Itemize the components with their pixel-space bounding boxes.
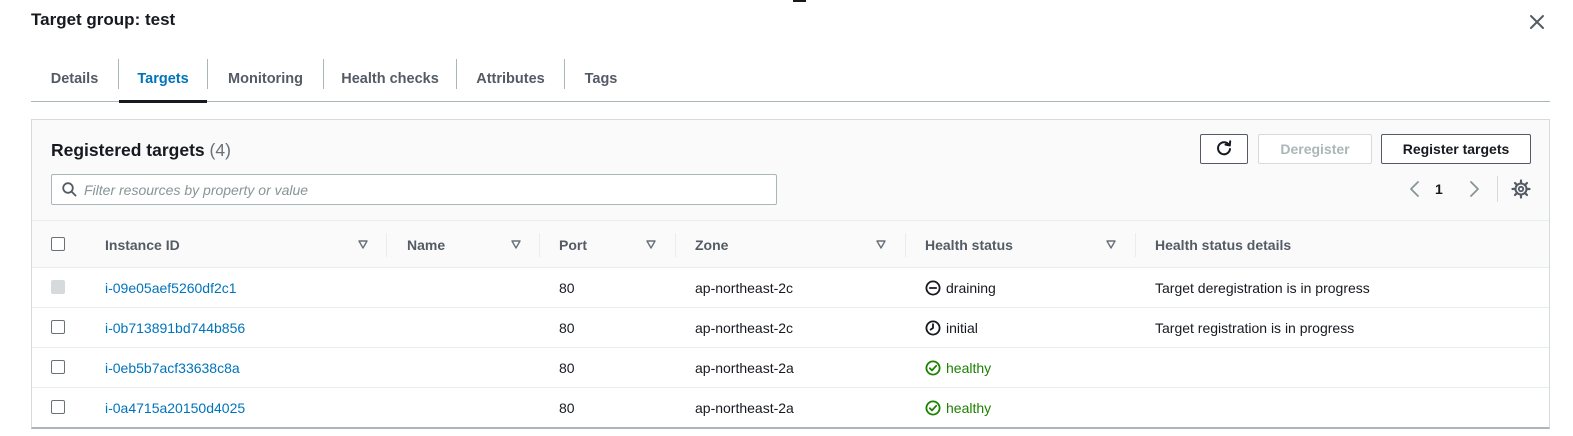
- zone-value: ap-northeast-2a: [695, 400, 794, 416]
- column-header-zone[interactable]: Zone: [695, 221, 728, 268]
- column-header-health-status-details: Health status details: [1155, 236, 1292, 253]
- target-count: (4): [209, 140, 231, 160]
- tab-details[interactable]: Details: [31, 56, 118, 102]
- port-value: 80: [559, 320, 575, 336]
- health-status-label: draining: [946, 280, 996, 296]
- row-checkbox[interactable]: [51, 400, 65, 414]
- instance-id-link[interactable]: i-0a4715a20150d4025: [105, 388, 245, 427]
- health-status-details: Target registration is in progress: [1155, 320, 1355, 336]
- health-status: draining: [925, 268, 996, 308]
- pager-divider: [1497, 176, 1498, 202]
- tab-tags[interactable]: Tags: [565, 56, 637, 102]
- search-icon: [62, 182, 77, 197]
- column-divider: [1135, 233, 1136, 257]
- page-title: Target group: test: [31, 10, 176, 29]
- minus-circle-icon: [925, 280, 941, 296]
- instance-id-link[interactable]: i-0b713891bd744b856: [105, 308, 245, 348]
- health-status: healthy: [925, 348, 991, 388]
- column-header-name[interactable]: Name: [407, 221, 445, 268]
- check-circle-icon: [925, 400, 941, 416]
- table-row[interactable]: i-0eb5b7acf33638c8a 80 ap-northeast-2a h…: [32, 348, 1549, 388]
- gear-icon[interactable]: [1510, 178, 1532, 200]
- column-divider: [905, 233, 906, 257]
- column-divider: [539, 233, 540, 257]
- zone-value: ap-northeast-2c: [695, 320, 794, 336]
- zone-value: ap-northeast-2a: [695, 360, 794, 376]
- panel-header: Registered targets (4) Deregister Regist…: [32, 120, 1549, 220]
- deregister-button[interactable]: Deregister: [1258, 134, 1372, 164]
- column-header-port[interactable]: Port: [559, 221, 587, 268]
- row-checkbox[interactable]: [51, 360, 65, 374]
- window-drag-handle[interactable]: [793, 0, 806, 2]
- chevron-right-icon[interactable]: [1465, 179, 1483, 199]
- register-targets-button[interactable]: Register targets: [1381, 134, 1531, 164]
- sort-icon[interactable]: [1105, 238, 1117, 250]
- select-all-checkbox[interactable]: [51, 237, 65, 251]
- sort-icon[interactable]: [510, 238, 522, 250]
- refresh-icon: [1217, 140, 1232, 156]
- health-status-label: healthy: [946, 360, 992, 376]
- sort-icon[interactable]: [645, 238, 657, 250]
- table-row[interactable]: i-09e05aef5260df2c1 80 ap-northeast-2c d…: [32, 268, 1549, 308]
- column-divider: [386, 233, 387, 257]
- panel-title-text: Registered targets: [51, 140, 205, 160]
- panel-title: Registered targets (4): [51, 140, 231, 161]
- table-row[interactable]: i-0a4715a20150d4025 80 ap-northeast-2a h…: [32, 388, 1549, 427]
- chevron-left-icon[interactable]: [1406, 179, 1424, 199]
- port-value: 80: [559, 400, 575, 416]
- zone-value: ap-northeast-2c: [695, 280, 794, 296]
- health-status-label: healthy: [946, 400, 992, 416]
- tab-attributes[interactable]: Attributes: [457, 56, 564, 102]
- row-checkbox: [51, 280, 65, 294]
- check-circle-icon: [925, 360, 941, 376]
- port-value: 80: [559, 360, 575, 376]
- filter-input[interactable]: [84, 181, 724, 198]
- instance-id-link[interactable]: i-0eb5b7acf33638c8a: [105, 348, 240, 388]
- health-status: healthy: [925, 388, 992, 427]
- clock-icon: [925, 320, 941, 336]
- table-header: Instance ID Name Port Zone Health status…: [32, 220, 1549, 268]
- instance-id-link[interactable]: i-09e05aef5260df2c1: [105, 268, 237, 308]
- health-status: initial: [925, 308, 978, 348]
- close-icon[interactable]: [1527, 12, 1547, 32]
- tab-targets[interactable]: Targets: [119, 56, 207, 103]
- sort-icon[interactable]: [875, 238, 887, 250]
- tab-bar: Details Targets Monitoring Health checks…: [31, 56, 1550, 103]
- column-divider: [675, 233, 676, 257]
- row-checkbox[interactable]: [51, 320, 65, 334]
- registered-targets-panel: Registered targets (4) Deregister Regist…: [31, 119, 1550, 429]
- tab-health-checks[interactable]: Health checks: [324, 56, 456, 102]
- filter-search-box[interactable]: [51, 174, 777, 205]
- current-page[interactable]: 1: [1435, 181, 1443, 197]
- column-header-instance-id[interactable]: Instance ID: [105, 221, 180, 268]
- tab-monitoring[interactable]: Monitoring: [208, 56, 323, 102]
- sort-icon[interactable]: [357, 238, 369, 250]
- health-status-label: initial: [946, 320, 978, 336]
- refresh-button[interactable]: [1200, 134, 1248, 164]
- column-header-health-status[interactable]: Health status: [925, 221, 1013, 268]
- health-status-details: Target deregistration is in progress: [1155, 280, 1370, 296]
- port-value: 80: [559, 280, 575, 296]
- table-row[interactable]: i-0b713891bd744b856 80 ap-northeast-2c i…: [32, 308, 1549, 348]
